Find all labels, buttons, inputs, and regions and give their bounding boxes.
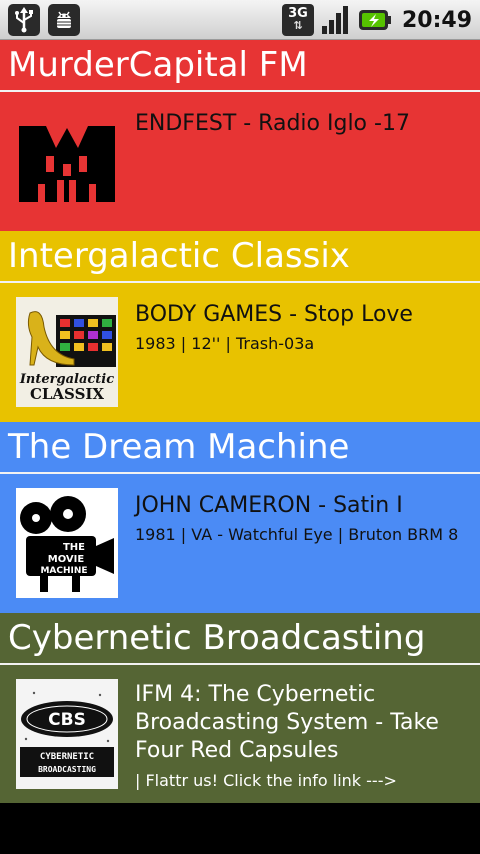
track-details: 1981 | VA - Watchful Eye | Bruton BRM 8 xyxy=(135,525,459,544)
station-name: Intergalactic Classix xyxy=(0,231,480,283)
notification-icons xyxy=(8,4,80,36)
cbs-logo-icon: CBS CYBERNETIC BROADCASTING xyxy=(16,679,118,789)
now-playing[interactable]: ENDFEST - Radio Iglo -17 xyxy=(0,92,480,231)
logo-text-line2: CYBERNETIC xyxy=(40,752,94,762)
station-item-cybernetic-broadcasting[interactable]: Cybernetic Broadcasting CBS CYBERNETIC B… xyxy=(0,613,480,803)
logo-text-line3: MACHINE xyxy=(40,566,87,576)
station-item-intergalactic-classix[interactable]: Intergalactic Classix Intergalactic CLAS… xyxy=(0,231,480,422)
station-name: Cybernetic Broadcasting xyxy=(0,613,480,665)
logo-text-line3: BROADCASTING xyxy=(38,765,96,774)
station-name: The Dream Machine xyxy=(0,422,480,474)
murdercapital-logo-icon xyxy=(16,106,118,216)
track-title: BODY GAMES - Stop Love xyxy=(135,302,413,327)
station-item-murdercapital[interactable]: MurderCapital FM ENDFEST - Radio Iglo -1… xyxy=(0,40,480,231)
station-item-dream-machine[interactable]: The Dream Machine THE MOVIE MACHINE JOHN… xyxy=(0,422,480,613)
logo-text-line2: CLASSIX xyxy=(30,385,104,403)
logo-text-line1: THE xyxy=(63,542,85,553)
station-list[interactable]: MurderCapital FM ENDFEST - Radio Iglo -1… xyxy=(0,40,480,803)
track-title: JOHN CAMERON - Satin I xyxy=(135,493,403,518)
track-title: IFM 4: The Cybernetic Broadcasting Syste… xyxy=(135,682,439,763)
track-details: | Flattr us! Click the info link ---> xyxy=(135,771,397,790)
station-name: MurderCapital FM xyxy=(0,40,480,92)
now-playing[interactable]: Intergalactic CLASSIX BODY GAMES - Stop … xyxy=(0,283,480,422)
movie-machine-logo-icon: THE MOVIE MACHINE xyxy=(16,488,118,598)
system-icons: 3G ⇅ 20:49 xyxy=(281,4,472,36)
now-playing[interactable]: THE MOVIE MACHINE JOHN CAMERON - Satin I… xyxy=(0,474,480,613)
now-playing[interactable]: CBS CYBERNETIC BROADCASTING IFM 4: The C… xyxy=(0,665,480,803)
data-activity-icon: 3G ⇅ xyxy=(281,4,314,36)
signal-strength-icon xyxy=(321,6,348,34)
usb-icon xyxy=(8,4,40,36)
track-details: 1983 | 12'' | Trash-03a xyxy=(135,334,315,353)
clock: 20:49 xyxy=(401,7,472,33)
track-title: ENDFEST - Radio Iglo -17 xyxy=(135,111,410,136)
battery-charging-icon xyxy=(358,10,391,30)
android-debug-icon xyxy=(48,4,80,36)
intergalactic-classix-logo-icon: Intergalactic CLASSIX xyxy=(16,297,118,407)
logo-text-line2: MOVIE xyxy=(48,554,85,565)
logo-text-line1: CBS xyxy=(48,710,86,730)
status-bar: 3G ⇅ 20:49 xyxy=(0,0,480,40)
